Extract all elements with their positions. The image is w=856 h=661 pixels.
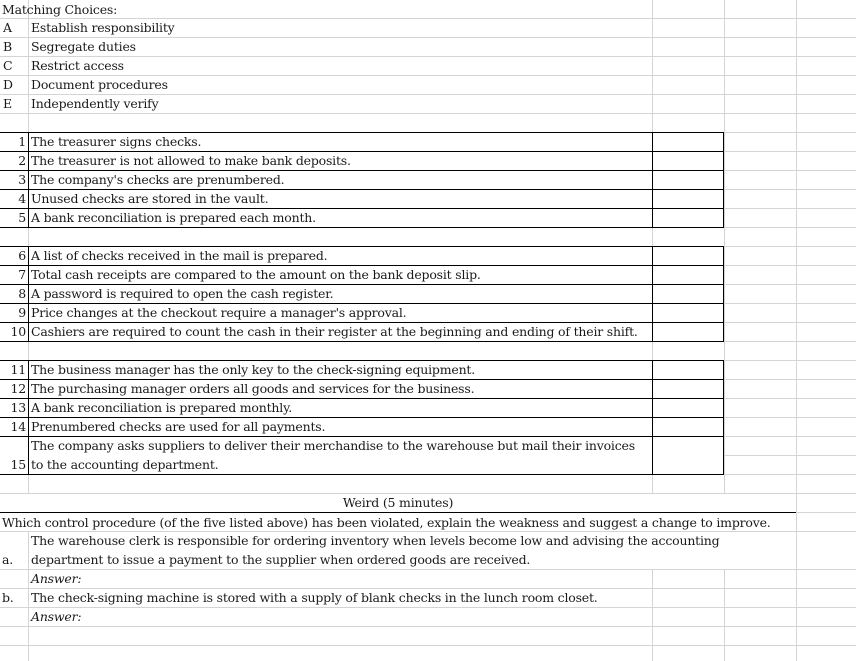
item-number: 4: [18, 191, 26, 206]
table-border: [0, 227, 724, 228]
choice-letter: B: [3, 39, 12, 54]
item-number: 7: [18, 267, 26, 282]
item-text: to the accounting department.: [31, 457, 219, 472]
choice-letter: D: [3, 77, 13, 92]
gridline-row: [0, 56, 856, 57]
item-number: 6: [18, 248, 26, 263]
question-a-label: a.: [2, 552, 14, 567]
table-border: [0, 474, 724, 475]
table-border: [723, 246, 724, 342]
answer-cell[interactable]: [653, 170, 723, 189]
answer-cell[interactable]: [653, 322, 723, 341]
table-border: [28, 246, 29, 342]
question-b-text: The check-signing machine is stored with…: [31, 590, 598, 605]
question-b-answer-label: Answer:: [31, 609, 82, 624]
weird-instruction: Which control procedure (of the five lis…: [2, 515, 771, 530]
question-a-answer-field[interactable]: [100, 569, 650, 588]
choice-label: Establish responsibility: [31, 20, 175, 35]
answer-cell[interactable]: [653, 417, 723, 436]
item-text: A password is required to open the cash …: [31, 286, 334, 301]
answer-cell[interactable]: [653, 379, 723, 398]
gridline-col-d: [796, 0, 797, 661]
item-text: The treasurer is not allowed to make ban…: [31, 153, 351, 168]
item-text: The company asks suppliers to deliver th…: [31, 438, 635, 453]
item-text: Price changes at the checkout require a …: [31, 305, 407, 320]
item-text: Cashiers are required to count the cash …: [31, 324, 638, 339]
answer-cell[interactable]: [653, 208, 723, 227]
item-number: 12: [10, 381, 26, 396]
item-text: Total cash receipts are compared to the …: [31, 267, 481, 282]
choice-letter: E: [3, 96, 12, 111]
item-number: 10: [10, 324, 26, 339]
gridline-row: [0, 626, 856, 627]
question-b-answer-field[interactable]: [100, 607, 650, 626]
item-number: 11: [10, 362, 26, 377]
answer-cell[interactable]: [653, 265, 723, 284]
item-text: A bank reconciliation is prepared each m…: [31, 210, 316, 225]
item-number: 14: [10, 419, 26, 434]
answer-cell[interactable]: [653, 360, 723, 379]
table-border: [28, 132, 29, 228]
item-number: 2: [18, 153, 26, 168]
answer-cell[interactable]: [653, 151, 723, 170]
answer-cell[interactable]: [653, 284, 723, 303]
item-number: 15: [10, 457, 26, 472]
choice-label: Independently verify: [31, 96, 159, 111]
question-a-answer-label: Answer:: [31, 571, 82, 586]
item-text: A bank reconciliation is prepared monthl…: [31, 400, 293, 415]
item-number: 13: [10, 400, 26, 415]
item-text: Unused checks are stored in the vault.: [31, 191, 269, 206]
answer-cell[interactable]: [653, 132, 723, 151]
item-text: The purchasing manager orders all goods …: [31, 381, 475, 396]
table-border: [723, 132, 724, 228]
item-number: 9: [18, 305, 26, 320]
item-text: A list of checks received in the mail is…: [31, 248, 328, 263]
weird-heading: Weird (5 minutes): [342, 495, 454, 510]
choice-label: Restrict access: [31, 58, 124, 73]
answer-cell[interactable]: [653, 189, 723, 208]
choice-label: Segregate duties: [31, 39, 136, 54]
answer-cell[interactable]: [653, 436, 723, 474]
item-number: 1: [18, 134, 26, 149]
item-text: The treasurer signs checks.: [31, 134, 202, 149]
choice-label: Document procedures: [31, 77, 168, 92]
item-number: 5: [18, 210, 26, 225]
item-number: 3: [18, 172, 26, 187]
answer-cell[interactable]: [653, 303, 723, 322]
table-border: [0, 341, 724, 342]
question-a-line1: The warehouse clerk is responsible for o…: [31, 533, 720, 548]
gridline-row: [0, 645, 856, 646]
gridline-row: [0, 113, 856, 114]
answer-cell[interactable]: [653, 398, 723, 417]
choice-letter: C: [3, 58, 13, 73]
item-text: The company's checks are prenumbered.: [31, 172, 285, 187]
question-a-line2: department to issue a payment to the sup…: [31, 552, 531, 567]
item-number: 8: [18, 286, 26, 301]
item-text: The business manager has the only key to…: [31, 362, 476, 377]
matching-title: Matching Choices:: [2, 2, 118, 17]
question-b-label: b.: [2, 590, 14, 605]
choice-letter: A: [3, 20, 12, 35]
item-text: Prenumbered checks are used for all paym…: [31, 419, 326, 434]
spacer: [29, 343, 652, 344]
answer-cell[interactable]: [653, 246, 723, 265]
